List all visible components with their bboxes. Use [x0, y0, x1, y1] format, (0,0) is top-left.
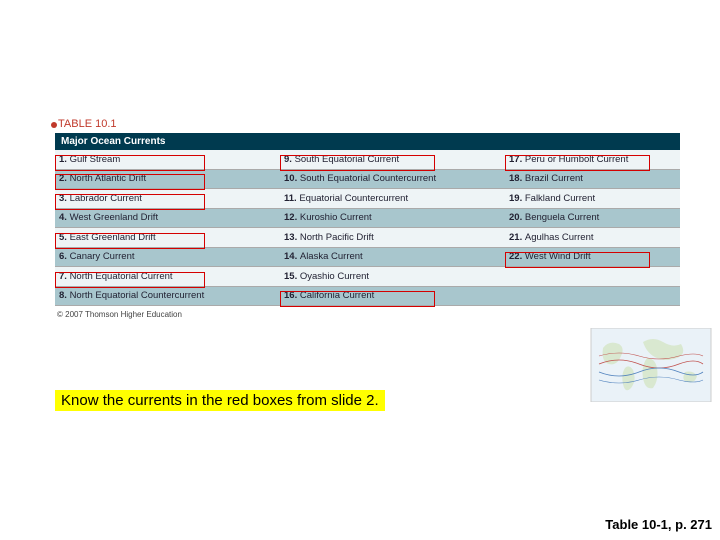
ocean-currents-table: TABLE 10.1 Major Ocean Currents 1. Gulf … — [55, 118, 680, 319]
cell-index: 11. — [284, 193, 299, 204]
cell-index: 4. — [59, 212, 70, 223]
cell-text: Equatorial Countercurrent — [299, 193, 408, 204]
cell-index: 14. — [284, 251, 300, 262]
cell-text: North Atlantic Drift — [70, 173, 147, 184]
cell-text: South Equatorial Current — [295, 154, 400, 165]
table-cell: 16. California Current — [280, 290, 505, 301]
cell-text: West Greenland Drift — [70, 212, 159, 223]
cell-index: 10. — [284, 173, 300, 184]
cell-text: North Equatorial Countercurrent — [70, 290, 205, 301]
footer-text: Table 10-1, p. 271 — [605, 517, 712, 532]
table-caption: TABLE 10.1 — [58, 118, 680, 130]
cell-index: 18. — [509, 173, 525, 184]
table-cell: 4. West Greenland Drift — [55, 212, 280, 223]
instruction-wrap: Know the currents in the red boxes from … — [55, 390, 385, 411]
cell-index: 8. — [59, 290, 70, 301]
table-title: Major Ocean Currents — [55, 133, 680, 150]
table-cell: 19. Falkland Current — [505, 193, 680, 204]
table-cell: 17. Peru or Humbolt Current — [505, 154, 680, 165]
caption-text: TABLE 10.1 — [58, 118, 117, 130]
table-cell: 5. East Greenland Drift — [55, 232, 280, 243]
cell-index: 21. — [509, 232, 525, 243]
cell-text: Agulhas Current — [525, 232, 594, 243]
cell-text: Brazil Current — [525, 173, 583, 184]
cell-index: 3. — [59, 193, 70, 204]
cell-text: Alaska Current — [300, 251, 363, 262]
copyright-text: © 2007 Thomson Higher Education — [57, 310, 680, 319]
world-map-thumbnail — [590, 328, 712, 402]
table-body: 1. Gulf Stream9. South Equatorial Curren… — [55, 150, 680, 306]
table-row: 1. Gulf Stream9. South Equatorial Curren… — [55, 150, 680, 170]
table-cell: 14. Alaska Current — [280, 251, 505, 262]
cell-text: South Equatorial Countercurrent — [300, 173, 436, 184]
table-cell: 1. Gulf Stream — [55, 154, 280, 165]
cell-text: Labrador Current — [70, 193, 142, 204]
cell-index: 20. — [509, 212, 525, 223]
cell-index: 6. — [59, 251, 70, 262]
cell-text: North Equatorial Current — [70, 271, 173, 282]
table-row: 4. West Greenland Drift12. Kuroshio Curr… — [55, 209, 680, 229]
table-row: 3. Labrador Current11. Equatorial Counte… — [55, 189, 680, 209]
cell-text: East Greenland Drift — [70, 232, 156, 243]
cell-index: 19. — [509, 193, 525, 204]
cell-index: 17. — [509, 154, 525, 165]
slide: TABLE 10.1 Major Ocean Currents 1. Gulf … — [0, 0, 720, 540]
table-cell: 10. South Equatorial Countercurrent — [280, 173, 505, 184]
table-cell: 12. Kuroshio Current — [280, 212, 505, 223]
bullet-icon — [51, 122, 57, 128]
table-cell: 22. West Wind Drift — [505, 251, 680, 262]
cell-index: 12. — [284, 212, 300, 223]
cell-index: 5. — [59, 232, 70, 243]
cell-index: 1. — [59, 154, 70, 165]
instruction-text: Know the currents in the red boxes from … — [55, 390, 385, 411]
table-cell: 2. North Atlantic Drift — [55, 173, 280, 184]
table-cell: 9. South Equatorial Current — [280, 154, 505, 165]
cell-index: 13. — [284, 232, 300, 243]
table-cell: 11. Equatorial Countercurrent — [280, 193, 505, 204]
table-cell: 18. Brazil Current — [505, 173, 680, 184]
cell-text: Benguela Current — [525, 212, 599, 223]
cell-text: California Current — [300, 290, 374, 301]
table-cell: 6. Canary Current — [55, 251, 280, 262]
cell-index: 16. — [284, 290, 300, 301]
cell-index: 2. — [59, 173, 70, 184]
cell-index: 15. — [284, 271, 300, 282]
cell-text: North Pacific Drift — [300, 232, 374, 243]
cell-text: Gulf Stream — [70, 154, 121, 165]
cell-text: Oyashio Current — [300, 271, 369, 282]
cell-text: West Wind Drift — [525, 251, 591, 262]
table-cell: 7. North Equatorial Current — [55, 271, 280, 282]
cell-text: Kuroshio Current — [300, 212, 372, 223]
table-cell: 3. Labrador Current — [55, 193, 280, 204]
table-cell: 21. Agulhas Current — [505, 232, 680, 243]
cell-index: 7. — [59, 271, 70, 282]
table-row: 7. North Equatorial Current15. Oyashio C… — [55, 267, 680, 287]
cell-text: Peru or Humbolt Current — [525, 154, 628, 165]
cell-index: 22. — [509, 251, 525, 262]
cell-index: 9. — [284, 154, 295, 165]
cell-text: Canary Current — [70, 251, 135, 262]
table-cell: 13. North Pacific Drift — [280, 232, 505, 243]
map-icon — [590, 328, 712, 402]
cell-text: Falkland Current — [525, 193, 595, 204]
table-cell: 15. Oyashio Current — [280, 271, 505, 282]
table-cell: 8. North Equatorial Countercurrent — [55, 290, 280, 301]
table-row: 2. North Atlantic Drift10. South Equator… — [55, 170, 680, 190]
table-row: 8. North Equatorial Countercurrent16. Ca… — [55, 287, 680, 307]
table-row: 6. Canary Current14. Alaska Current22. W… — [55, 248, 680, 268]
table-cell: 20. Benguela Current — [505, 212, 680, 223]
table-row: 5. East Greenland Drift13. North Pacific… — [55, 228, 680, 248]
